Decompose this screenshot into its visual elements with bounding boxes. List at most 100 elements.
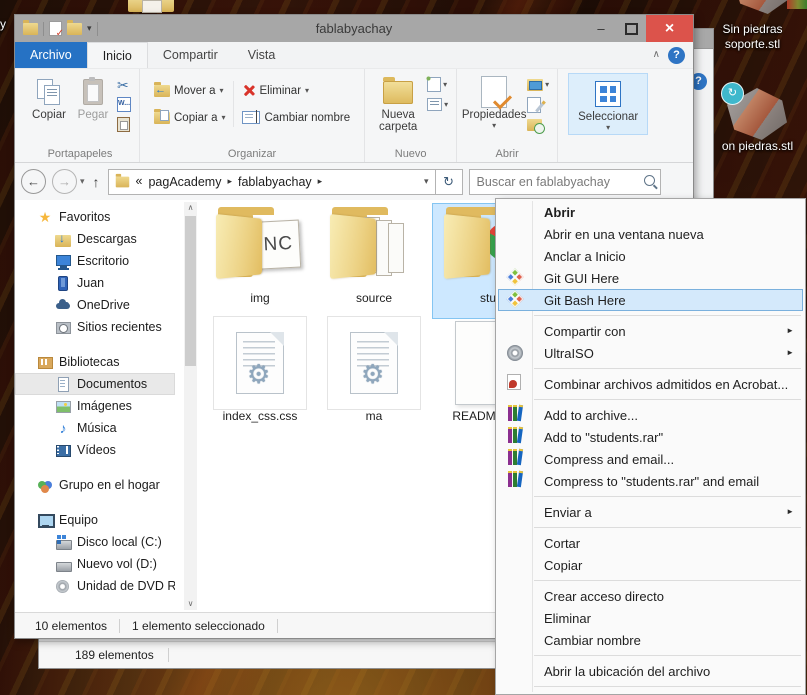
crumb-separator-icon[interactable]: ▸ <box>318 177 323 186</box>
sidebar-item-favoritos[interactable]: ★ Favoritos <box>15 206 175 228</box>
address-dropdown-icon[interactable]: ▾ <box>418 177 435 186</box>
menu-item-copiar[interactable]: Copiar <box>498 554 803 576</box>
breadcrumb-current[interactable]: fablabyachay <box>238 175 312 189</box>
properties-button[interactable]: Propiedades ▾ <box>462 73 526 130</box>
stl-file-icon-bottom[interactable]: ↻ <box>721 82 787 140</box>
sidebar-item-im-genes[interactable]: Imágenes <box>15 395 175 417</box>
help-icon[interactable]: ? <box>668 46 685 64</box>
address-bar[interactable]: « pagAcademy ▸ fablabyachay ▸ ▾ <box>107 168 436 195</box>
cut-icon[interactable]: ✂ <box>117 78 129 92</box>
menu-item-compress-to-students-rar-and-email[interactable]: Compress to "students.rar" and email <box>498 470 803 492</box>
sidebar-item-label: Música <box>77 421 117 435</box>
collapse-ribbon-icon[interactable]: ∧ <box>653 50 660 60</box>
sidebar-item-unidad-de-dvd-rw[interactable]: Unidad de DVD RW <box>15 575 175 597</box>
breadcrumb-root[interactable]: pagAcademy <box>148 175 221 189</box>
crumb-overflow-icon[interactable]: « <box>136 175 143 188</box>
menu-item-abrir-la-ubicaci-n-del-archivo[interactable]: Abrir la ubicación del archivo <box>498 660 803 682</box>
menu-item-cambiar-nombre[interactable]: Cambiar nombre <box>498 629 803 651</box>
properties-icon[interactable] <box>49 21 64 39</box>
recent-icon <box>55 319 71 335</box>
copy-to-button[interactable]: Copiar a ▾ <box>154 108 225 127</box>
computer-icon <box>37 512 55 528</box>
sidebar-item-sitios-recientes[interactable]: Sitios recientes <box>15 316 175 338</box>
menu-item-anclar-a-inicio[interactable]: Anclar a Inicio <box>498 245 803 267</box>
menu-item-ultraiso[interactable]: UltraISO ► <box>498 342 803 364</box>
sidebar-item-documentos[interactable]: Documentos <box>15 373 175 395</box>
context-menu: Abrir Abrir en una ventana nueva Anclar a … <box>495 198 806 695</box>
maximize-button[interactable] <box>616 15 646 42</box>
file-tile[interactable]: ⚙ ma <box>318 316 430 437</box>
delete-button[interactable]: Eliminar ▾ <box>242 81 350 100</box>
sidebar-scrollbar[interactable]: ∧ ∨ <box>184 202 197 610</box>
stl-file-label-top[interactable]: Sin piedras soporte.stl <box>700 22 805 52</box>
sidebar-item-equipo[interactable]: Equipo <box>15 509 175 531</box>
search-icon[interactable] <box>643 174 655 186</box>
menu-item-combinar-archivos-admitidos-en-acrobat[interactable]: Combinar archivos admitidos en Acrobat..… <box>498 373 803 395</box>
easy-access-button[interactable]: ▾ <box>425 75 448 92</box>
refresh-button[interactable]: ↻ <box>435 168 463 195</box>
tab-compartir[interactable]: Compartir <box>148 42 233 68</box>
sidebar-item-bibliotecas[interactable]: Bibliotecas <box>15 351 175 373</box>
tab-archivo[interactable]: Archivo <box>15 42 87 68</box>
sidebar-item-escritorio[interactable]: Escritorio <box>15 250 175 272</box>
move-to-button[interactable]: Mover a▾ <box>154 81 225 100</box>
paste-button[interactable]: Pegar <box>71 73 115 121</box>
file-tile[interactable]: CNC img <box>204 203 316 319</box>
menu-item-crear-acceso-directo[interactable]: Crear acceso directo <box>498 585 803 607</box>
sidebar-item-m-sica[interactable]: ♪ Música <box>15 417 175 439</box>
edit-button[interactable] <box>527 96 549 113</box>
menu-item-cortar[interactable]: Cortar <box>498 532 803 554</box>
menu-item-add-to-students-rar[interactable]: Add to "students.rar" <box>498 426 803 448</box>
paste-shortcut-icon[interactable] <box>117 117 130 132</box>
new-item-button[interactable]: ▾ <box>427 97 448 112</box>
rename-button[interactable]: Cambiar nombre <box>242 108 350 127</box>
up-button[interactable]: ↑ <box>93 175 100 189</box>
back-button[interactable]: ← <box>21 169 46 194</box>
tab-vista[interactable]: Vista <box>233 42 291 68</box>
search-input[interactable] <box>469 169 660 194</box>
menu-item-abrir[interactable]: Abrir <box>498 201 803 223</box>
menu-item-propiedades[interactable]: Propiedades <box>498 691 803 694</box>
sidebar-item-v-deos[interactable]: Vídeos <box>15 439 175 461</box>
copy-button[interactable]: Copiar <box>27 73 71 121</box>
recent-pages-dropdown-icon[interactable]: ▾ <box>80 177 85 186</box>
scroll-up-icon[interactable]: ∧ <box>184 204 197 212</box>
minimize-button[interactable]: – <box>586 15 616 42</box>
stl-file-icon-top[interactable] <box>733 0 793 14</box>
menu-item-add-to-archive[interactable]: Add to archive... <box>498 404 803 426</box>
menu-item-git-bash-here[interactable]: Git Bash Here <box>498 289 803 311</box>
file-tile[interactable]: ⚙ index_css.css <box>204 316 316 437</box>
search-box[interactable] <box>468 168 661 195</box>
new-folder-button[interactable]: Nueva carpeta <box>371 73 425 133</box>
sidebar-item-onedrive[interactable]: OneDrive <box>15 294 175 316</box>
menu-item-label: Combinar archivos admitidos en Acrobat..… <box>544 376 789 392</box>
forward-button[interactable]: → <box>52 169 77 194</box>
sidebar-item-grupo-en-el-hogar[interactable]: Grupo en el hogar <box>15 474 175 496</box>
menu-item-compartir-con[interactable]: Compartir con ► <box>498 320 803 342</box>
open-button[interactable]: ▾ <box>527 77 549 92</box>
scroll-down-icon[interactable]: ∨ <box>184 600 197 608</box>
menu-item-git-gui-here[interactable]: Git GUI Here <box>498 267 803 289</box>
sidebar-item-descargas[interactable]: Descargas <box>15 228 175 250</box>
sidebar-item-nuevo-vol-d-[interactable]: Nuevo vol (D:) <box>15 553 175 575</box>
menu-item-abrir-en-una-ventana-nueva[interactable]: Abrir en una ventana nueva <box>498 223 803 245</box>
select-button[interactable]: Seleccionar ▾ <box>568 73 649 135</box>
winrar-icon <box>507 404 524 422</box>
new-folder-icon[interactable] <box>67 19 82 35</box>
copy-path-icon[interactable]: W... <box>117 97 131 112</box>
stl-file-label-bottom[interactable]: on piedras.stl <box>705 139 807 154</box>
close-button[interactable]: × <box>646 15 693 42</box>
qat-dropdown-icon[interactable]: ▾ <box>87 24 92 33</box>
menu-item-eliminar[interactable]: Eliminar <box>498 607 803 629</box>
history-button[interactable] <box>527 117 549 134</box>
crumb-separator-icon[interactable]: ▸ <box>227 177 232 186</box>
tab-inicio[interactable]: Inicio <box>86 42 148 68</box>
menu-item-compress-and-email[interactable]: Compress and email... <box>498 448 803 470</box>
titlebar[interactable]: ▾ fablabyachay – × <box>15 15 693 42</box>
file-tile[interactable]: source <box>318 203 430 319</box>
folder-icon[interactable] <box>23 19 38 35</box>
sidebar-item-juan[interactable]: Juan <box>15 272 175 294</box>
menu-item-enviar-a[interactable]: Enviar a ► <box>498 501 803 523</box>
scrollbar-thumb[interactable] <box>185 216 196 366</box>
sidebar-item-disco-local-c-[interactable]: Disco local (C:) <box>15 531 175 553</box>
